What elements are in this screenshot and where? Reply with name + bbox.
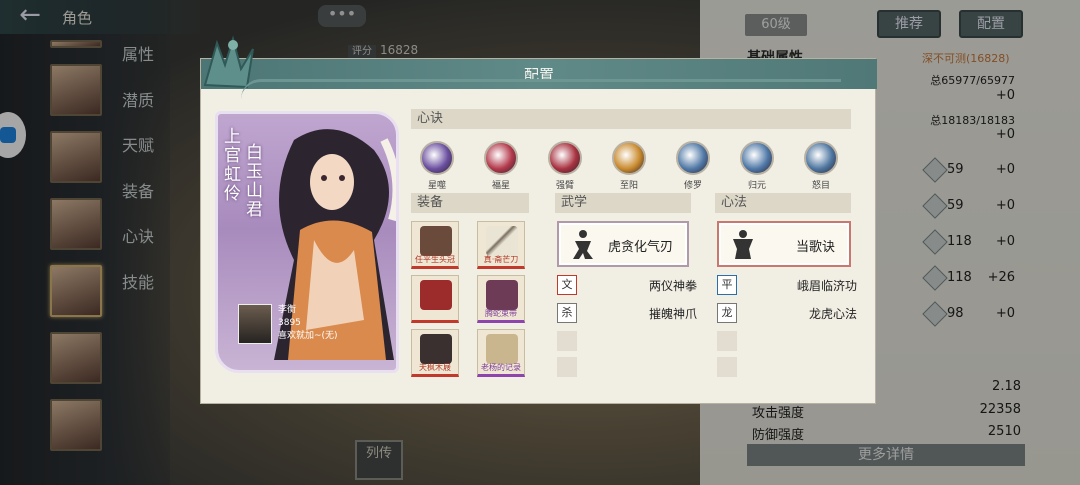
xinfa-main-skill[interactable]: 当歌诀 (717, 221, 851, 267)
xinfa-sub-skill[interactable]: 平峨眉临济功 (717, 275, 857, 295)
equipment-section-header: 装备 (411, 193, 529, 213)
empty-slot[interactable] (717, 357, 737, 377)
xinjue-orb-icon (484, 141, 518, 175)
equipment-slot[interactable]: 腾蛇束带 (477, 275, 525, 323)
claw-icon: 杀 (557, 303, 577, 323)
owner-avatar (238, 304, 272, 344)
book-icon (486, 334, 518, 364)
xinjue-item[interactable]: 怒目 (799, 141, 843, 191)
config-dialog: 配置 上官虹伶 白玉山君 李衡 3895 喜欢就加~(无) 心诀 星噬 福星 强… (200, 35, 877, 404)
xinjue-orb-icon (740, 141, 774, 175)
emei-icon: 平 (717, 275, 737, 295)
equipment-slot[interactable]: 老杨的记录 (477, 329, 525, 377)
xinjue-orb-icon (804, 141, 838, 175)
martial-figure-icon (573, 230, 593, 259)
warrior-figure-icon (733, 230, 753, 259)
empty-slot[interactable] (557, 331, 577, 351)
xinjue-item[interactable]: 福星 (479, 141, 523, 191)
xinjue-item[interactable]: 归元 (735, 141, 779, 191)
equipment-slot[interactable] (411, 275, 459, 323)
xinjue-item[interactable]: 至阳 (607, 141, 651, 191)
character-title: 白玉山君 (246, 143, 263, 220)
equipment-slot[interactable]: 任平生头冠 (411, 221, 459, 269)
character-card: 上官虹伶 白玉山君 李衡 3895 喜欢就加~(无) (215, 111, 399, 373)
wuxue-sub-skill[interactable]: 文两仪神拳 (557, 275, 697, 295)
equipment-slot[interactable]: 天枫木屐 (411, 329, 459, 377)
empty-slot[interactable] (557, 357, 577, 377)
xinjue-orb-icon (676, 141, 710, 175)
xinjue-orb-icon (420, 141, 454, 175)
owner-name: 李衡 (278, 305, 297, 315)
empty-slot[interactable] (717, 331, 737, 351)
xinjue-section-header: 心诀 (411, 109, 851, 129)
xinjue-orb-icon (612, 141, 646, 175)
equipment-slot[interactable]: 真·斋芒刀 (477, 221, 525, 269)
owner-message: 喜欢就加~(无) (278, 331, 338, 341)
headgear-icon (420, 226, 452, 256)
xinjue-item[interactable]: 修罗 (671, 141, 715, 191)
xinjue-item[interactable]: 强臂 (543, 141, 587, 191)
shoes-icon (420, 334, 452, 364)
blade-icon (486, 226, 518, 256)
wuxue-main-skill[interactable]: 虎贪化气刃 (557, 221, 689, 267)
armor-icon (420, 280, 452, 310)
xinjue-orb-icon (548, 141, 582, 175)
header-flourish (241, 79, 841, 101)
xinfa-section-header: 心法 (715, 193, 851, 213)
dragon-tiger-icon: 龙 (717, 303, 737, 323)
belt-icon (486, 280, 518, 310)
owner-score: 3895 (278, 318, 301, 328)
fist-icon: 文 (557, 275, 577, 295)
xinjue-list: 星噬 福星 强臂 至阳 修罗 归元 怒目 (415, 141, 838, 197)
xinjue-item[interactable]: 星噬 (415, 141, 459, 191)
wuxue-section-header: 武学 (555, 193, 691, 213)
wuxue-sub-skill[interactable]: 杀摧魄神爪 (557, 303, 697, 323)
character-name: 上官虹伶 (224, 127, 241, 204)
xinfa-sub-skill[interactable]: 龙龙虎心法 (717, 303, 857, 323)
